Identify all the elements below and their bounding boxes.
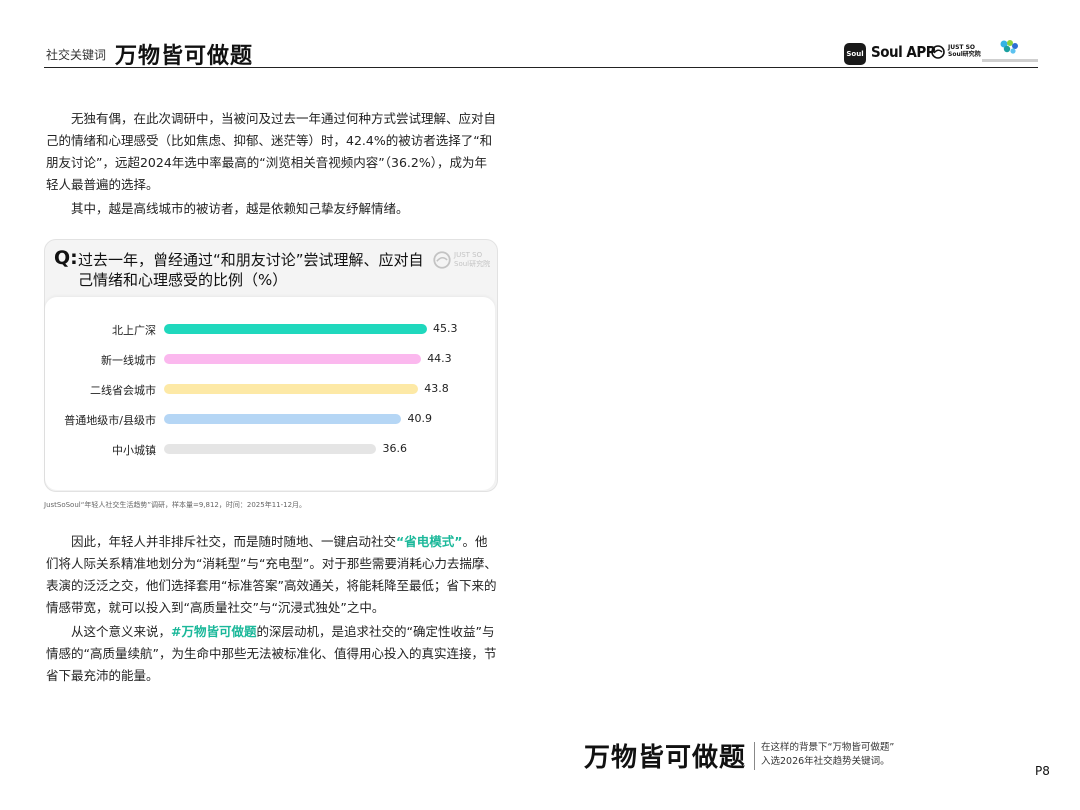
card-logo-line-2: Soul研究院 xyxy=(454,260,491,268)
bar xyxy=(164,324,427,334)
p4-highlight-hashtag: #万物皆可做题 xyxy=(171,624,257,639)
question-marker: Q: xyxy=(54,247,78,269)
justso-line-2: Soul研究院 xyxy=(948,51,981,58)
justso-logo-text: JUST SO Soul研究院 xyxy=(948,44,981,58)
p3-highlight: “省电模式” xyxy=(396,534,463,549)
bar xyxy=(164,444,377,454)
bar-value-label: 36.6 xyxy=(382,442,407,455)
header-title: 万物皆可做题 xyxy=(115,44,254,69)
soul-logo-icon: Soul xyxy=(844,43,866,65)
partner-flower-logo-icon xyxy=(1000,40,1018,54)
bar xyxy=(164,384,419,394)
bar-label: 普通地级市/县级市 xyxy=(64,414,156,427)
bar-value-label: 45.3 xyxy=(433,322,458,335)
footer-note-line-1: 在这样的背景下“万物皆可做题” xyxy=(761,742,895,753)
footer-note: 在这样的背景下“万物皆可做题” 入选2026年社交趋势关键词。 xyxy=(761,741,894,769)
bar-label: 新一线城市 xyxy=(101,354,156,367)
bar-value-label: 44.3 xyxy=(427,352,452,365)
paragraph-power-saving-mode: 因此，年轻人并非排斥社交，而是随时随地、一键启动社交“省电模式”。他们将人际关系… xyxy=(46,531,498,619)
source-note: JustSoSoul“年轻人社交生活趋势”调研，样本量=9,812，时间：202… xyxy=(44,501,307,509)
footer-separator xyxy=(754,742,755,770)
footer-keyword-title: 万物皆可做题 xyxy=(584,743,747,773)
bar-label: 中小城镇 xyxy=(112,444,156,457)
bar-label: 北上广深 xyxy=(112,324,156,337)
paragraph-intro: 无独有偶，在此次调研中，当被问及过去一年通过何种方式尝试理解、应对自己的情绪和心… xyxy=(46,111,497,192)
bar-value-label: 43.8 xyxy=(424,382,449,395)
justso-swirl-icon xyxy=(931,45,945,59)
soul-app-logo-text: Soul APP xyxy=(871,43,936,61)
page-number: P8 xyxy=(1035,764,1050,778)
p4-text-before: 从这个意义来说， xyxy=(71,624,172,639)
p3-text-before: 因此，年轻人并非排斥社交，而是随时随地、一键启动社交 xyxy=(71,534,397,549)
partner-logo-caption xyxy=(982,59,1038,62)
bar xyxy=(164,354,422,364)
paragraph-high-tier-cities: 其中，越是高线城市的被访者，越是依赖知己挚友纾解情绪。 xyxy=(71,201,409,216)
footer-note-line-2: 入选2026年社交趋势关键词。 xyxy=(761,756,890,767)
bar xyxy=(164,414,402,424)
bar-value-label: 40.9 xyxy=(407,412,432,425)
justso-line-1: JUST SO xyxy=(948,44,976,51)
card-logo-line-1: JUST SO xyxy=(454,251,483,259)
bar-label: 二线省会城市 xyxy=(90,384,156,397)
paragraph-conclusion: 从这个意义来说，#万物皆可做题的深层动机，是追求社交的“确定性收益”与情感的“高… xyxy=(46,621,498,687)
header-divider xyxy=(44,67,1038,68)
header-category-label: 社交关键词 xyxy=(46,48,107,62)
justso-swirl-icon xyxy=(433,251,451,269)
chart-question: 过去一年，曾经通过“和朋友讨论”尝试理解、应对自己情绪和心理感受的比例（%） xyxy=(78,251,424,289)
